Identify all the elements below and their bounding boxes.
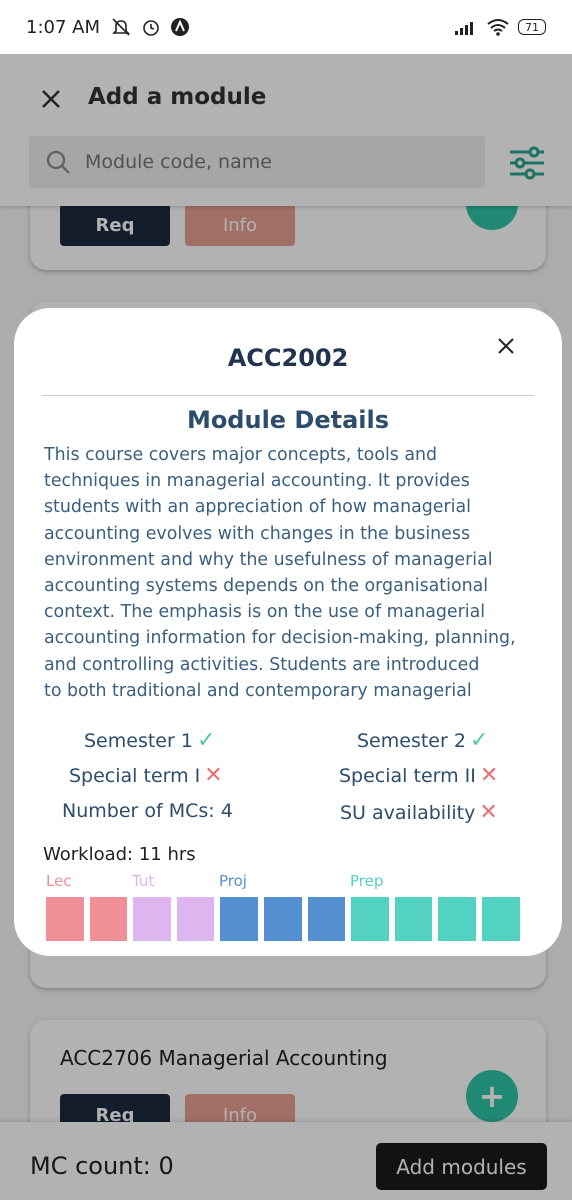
- workload-block-proj: [220, 897, 258, 941]
- description-line: students with an appreciation of how man…: [44, 497, 471, 518]
- description-line: accounting systems depends on the organi…: [44, 576, 489, 597]
- description-line: environment and why the usefulness of ma…: [44, 549, 493, 570]
- legend-lec: Lec: [46, 872, 72, 890]
- workload-block-proj: [307, 897, 346, 941]
- battery-indicator: 71: [518, 19, 546, 35]
- status-bar: 1:07 AM 71: [0, 0, 572, 54]
- cross-icon: ✕: [479, 800, 498, 825]
- cross-icon: ✕: [204, 763, 223, 788]
- module-details-modal: ACC2002 Module Details This course cover…: [14, 308, 562, 956]
- description-line: to both traditional and contemporary man…: [44, 680, 472, 700]
- workload-blocks: [46, 897, 520, 941]
- wifi-icon: [487, 19, 509, 36]
- attribute-label: Semester 2: [357, 729, 466, 752]
- signal-icon: [455, 22, 473, 35]
- legend-prep: Prep: [350, 872, 384, 890]
- description-line: context. The emphasis is on the use of m…: [44, 602, 486, 623]
- description-line: This course covers major concepts, tools…: [44, 445, 438, 465]
- workload-block-prep: [351, 897, 389, 941]
- module-description: This course covers major concepts, tools…: [44, 442, 540, 700]
- special-term2-availability: Special term II ✕: [339, 763, 498, 788]
- section-title: Module Details: [186, 406, 390, 434]
- number-of-mcs: Number of MCs: 4: [62, 800, 233, 822]
- legend-proj: Proj: [219, 872, 247, 890]
- status-time: 1:07 AM: [26, 16, 100, 38]
- semester1-availability: Semester 1 ✓: [84, 728, 215, 753]
- workload-block-tut: [133, 897, 171, 941]
- attribute-label: Special term II: [339, 764, 476, 787]
- description-line: and controlling activities. Students are…: [44, 654, 480, 675]
- description-line: accounting evolves with changes in the b…: [44, 523, 471, 544]
- legend-tut: Tut: [132, 872, 155, 890]
- attribute-label: Special term I: [69, 764, 201, 787]
- check-icon: ✓: [196, 728, 216, 753]
- check-icon: ✓: [469, 728, 489, 753]
- workload-block-prep: [481, 897, 520, 941]
- module-code: ACC2002: [227, 344, 349, 372]
- app-notification-icon: [171, 18, 189, 36]
- notifications-muted-icon: [112, 18, 130, 36]
- attribute-label: SU availability: [340, 801, 476, 824]
- semester2-availability: Semester 2 ✓: [357, 728, 488, 753]
- divider: [42, 395, 534, 396]
- workload-block-tut: [176, 897, 215, 941]
- cross-icon: ✕: [479, 763, 499, 788]
- description-line: accounting information for decision-maki…: [44, 628, 516, 649]
- workload-block-prep: [438, 897, 476, 941]
- workload-block-prep: [394, 897, 433, 941]
- attribute-label: Number of MCs: 4: [62, 800, 233, 822]
- alarm-icon: [143, 20, 159, 36]
- workload-block-lec: [46, 897, 84, 941]
- special-term1-availability: Special term I ✕: [69, 763, 223, 788]
- workload-block-proj: [263, 897, 302, 941]
- description-line: techniques in managerial accounting. It …: [44, 471, 470, 492]
- workload-label: Workload: 11 hrs: [43, 844, 196, 865]
- workload-block-lec: [89, 897, 128, 941]
- attribute-label: Semester 1: [84, 729, 193, 752]
- su-availability: SU availability ✕: [340, 800, 498, 825]
